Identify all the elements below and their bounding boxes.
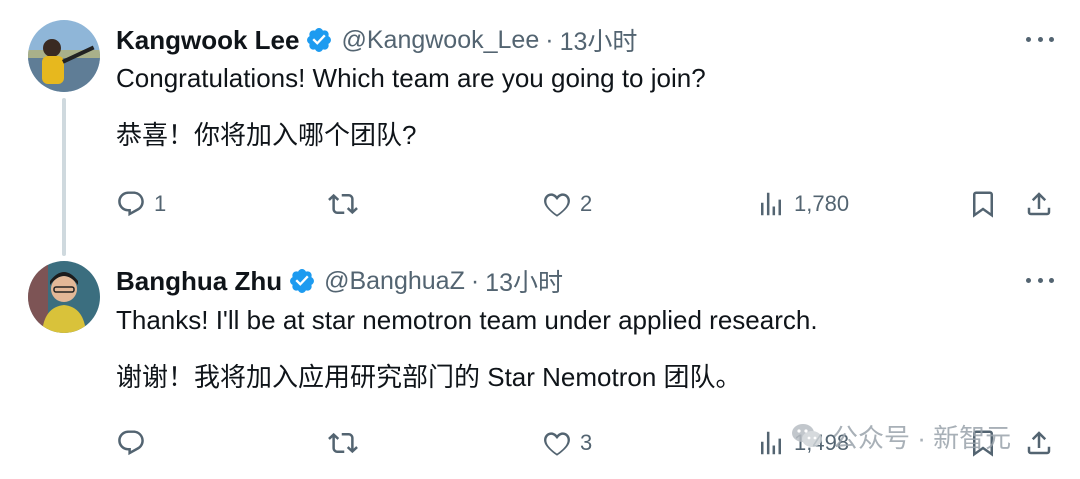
like-icon xyxy=(544,193,570,217)
bookmark-icon xyxy=(973,191,993,218)
share-icon xyxy=(1027,192,1051,216)
reply-count: 1 xyxy=(154,191,167,216)
tweet-actions: 1 2 1,780 xyxy=(0,184,1080,224)
like-button[interactable]: 2 xyxy=(542,184,592,224)
timestamp[interactable]: 13小时 xyxy=(560,22,638,58)
tweet-header: Banghua Zhu @BanghuaZ · 13小时 xyxy=(116,263,563,299)
more-icon[interactable] xyxy=(1026,34,1054,44)
retweet-button[interactable] xyxy=(328,423,366,463)
display-name[interactable]: Kangwook Lee xyxy=(116,25,299,56)
retweet-button[interactable] xyxy=(328,184,366,224)
tweet-header: Kangwook Lee @Kangwook_Lee · 13小时 xyxy=(116,22,637,58)
retweet-icon xyxy=(328,193,358,215)
like-button[interactable]: 3 xyxy=(542,423,592,463)
views-icon xyxy=(761,431,781,455)
display-name[interactable]: Banghua Zhu xyxy=(116,266,282,297)
watermark: 公众号 · 新智元 xyxy=(790,418,1011,454)
share-icon xyxy=(1027,431,1051,455)
wechat-icon xyxy=(792,424,822,447)
retweet-icon xyxy=(328,432,358,454)
tweet-text-zh: 恭喜！你将加入哪个团队? xyxy=(116,120,417,150)
more-icon[interactable] xyxy=(1026,275,1054,285)
share-button[interactable] xyxy=(1024,184,1054,224)
bookmark-button[interactable] xyxy=(968,184,998,224)
thread-line xyxy=(62,98,66,256)
views-count: 1,780 xyxy=(794,191,850,216)
verified-badge-icon xyxy=(290,269,315,293)
like-count: 3 xyxy=(580,430,593,455)
reply-icon xyxy=(118,191,144,217)
handle[interactable]: @BanghuaZ xyxy=(324,267,465,296)
verified-badge-icon xyxy=(307,28,332,52)
watermark-text: 公众号 · 新智元 xyxy=(832,422,1012,453)
like-count: 2 xyxy=(580,191,593,216)
tweet-text-en: Congratulations! Which team are you goin… xyxy=(116,63,706,93)
views-button[interactable]: 1,780 xyxy=(756,184,849,224)
reply-icon xyxy=(118,430,144,456)
tweet-text-en: Thanks! I'll be at star nemotron team un… xyxy=(116,305,818,335)
tweet-text-zh: 谢谢！我将加入应用研究部门的 Star Nemotron 团队。 xyxy=(116,362,742,392)
share-button[interactable] xyxy=(1024,423,1054,463)
like-icon xyxy=(544,432,570,456)
tweet[interactable]: Kangwook Lee @Kangwook_Lee · 13小时 Congra… xyxy=(0,0,1080,256)
views-icon xyxy=(761,192,781,216)
reply-button[interactable]: 1 xyxy=(116,184,166,224)
handle[interactable]: @Kangwook_Lee xyxy=(341,26,539,55)
avatar[interactable] xyxy=(28,20,100,92)
avatar[interactable] xyxy=(28,261,100,333)
separator: · xyxy=(545,25,554,54)
timestamp[interactable]: 13小时 xyxy=(485,263,563,299)
separator: · xyxy=(470,266,480,295)
reply-button[interactable] xyxy=(116,423,154,463)
